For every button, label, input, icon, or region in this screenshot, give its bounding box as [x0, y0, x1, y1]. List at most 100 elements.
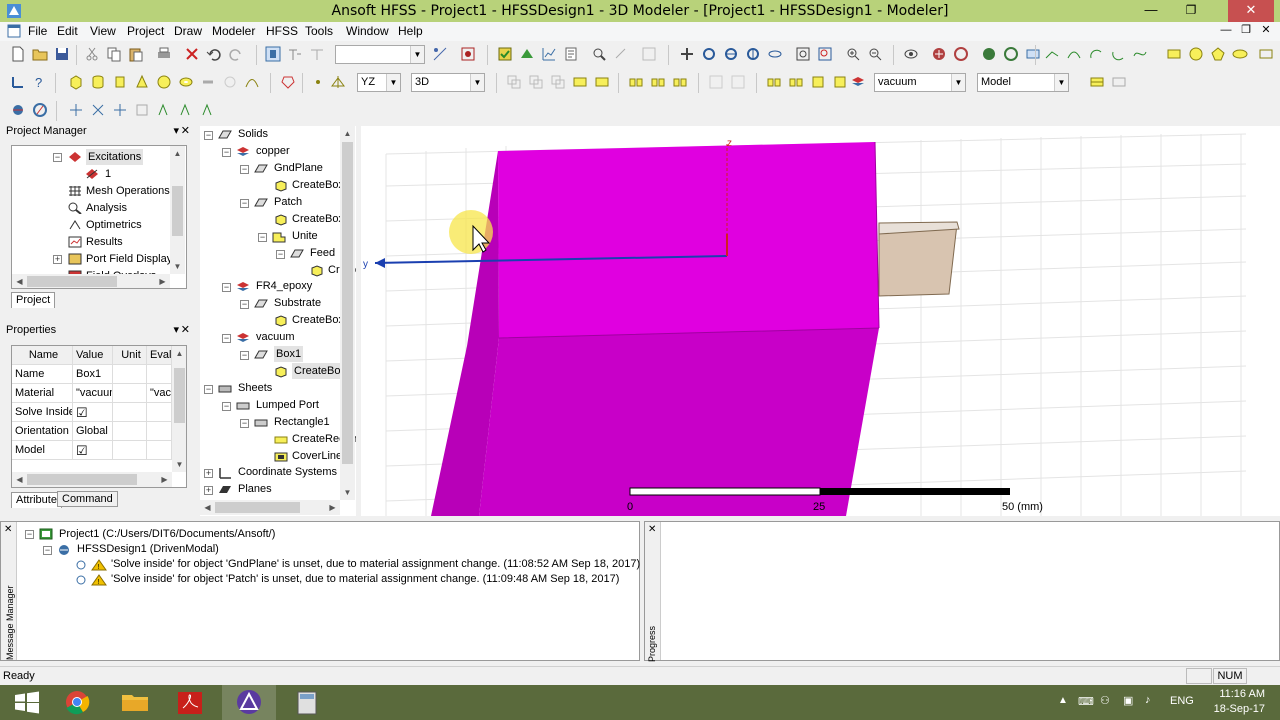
cut-icon[interactable] — [84, 46, 100, 62]
tray-network-icon[interactable]: ▣ — [1123, 694, 1133, 707]
close-panel-icon[interactable]: ✕ — [181, 124, 190, 137]
tree-item-feed[interactable]: Feed — [310, 245, 335, 261]
scroll-left-icon[interactable]: ◀ — [12, 472, 27, 487]
rotate-x-icon[interactable] — [723, 46, 739, 62]
draw-helix-icon[interactable] — [200, 74, 216, 90]
prop-material-value[interactable]: "vacuum" — [73, 384, 113, 403]
tray-volume-icon[interactable]: ♪ — [1145, 694, 1151, 706]
paste-icon[interactable] — [128, 46, 144, 62]
scroll-left-icon[interactable]: ◀ — [200, 500, 215, 515]
mode-select[interactable]: 3D ▼ — [411, 73, 485, 92]
draw-bondwire-icon[interactable] — [244, 74, 260, 90]
grid2-icon[interactable] — [1111, 74, 1127, 90]
move-icon[interactable] — [766, 74, 782, 90]
model-canvas[interactable]: z y 0 25 50 (mm) — [361, 126, 1280, 516]
cs-icon[interactable] — [10, 74, 26, 90]
zoom-window-icon[interactable] — [795, 46, 811, 62]
duplicate-around-axis-icon[interactable] — [832, 74, 848, 90]
scroll-up-icon[interactable]: ▲ — [172, 346, 186, 361]
scale-icon[interactable] — [810, 74, 826, 90]
tree-item-createbox[interactable]: CreateBox — [292, 312, 344, 328]
measure-icon[interactable] — [432, 46, 448, 62]
tree-item-vacuum[interactable]: vacuum — [256, 329, 295, 345]
tree-item-box1[interactable]: Box1 — [274, 346, 304, 362]
expand-icon[interactable]: + — [53, 255, 62, 264]
collapse-icon[interactable]: − — [222, 334, 231, 343]
mesh-op-icon[interactable] — [68, 102, 84, 118]
collapse-icon[interactable]: − — [240, 351, 249, 360]
tree-item-solids[interactable]: Solids — [238, 126, 268, 142]
split-icon[interactable] — [572, 74, 588, 90]
model-checkbox[interactable]: ☑ — [73, 441, 113, 460]
field-overlay-icon[interactable] — [156, 102, 172, 118]
results-icon[interactable] — [541, 46, 557, 62]
hide-icon[interactable] — [1025, 46, 1041, 62]
open-icon[interactable] — [32, 46, 48, 62]
menu-draw[interactable]: Draw — [174, 24, 202, 38]
menu-window[interactable]: Window — [346, 24, 389, 38]
message-design[interactable]: HFSSDesign1 (DrivenModal) — [77, 543, 219, 555]
menu-modeler[interactable]: Modeler — [212, 24, 255, 38]
collapse-icon[interactable]: − — [25, 530, 34, 539]
rubber-icon[interactable] — [613, 46, 629, 62]
tree-item-analysis[interactable]: Analysis — [86, 200, 127, 216]
prop-name-value[interactable]: Box1 — [73, 365, 113, 384]
menu-help[interactable]: Help — [398, 24, 423, 38]
tree-item-createbox[interactable]: CreateBox — [292, 211, 344, 227]
tree-item-excitations[interactable]: Excitations — [86, 149, 144, 165]
collapse-icon[interactable]: − — [222, 283, 231, 292]
tree-item-results[interactable]: Results — [86, 234, 123, 250]
inner-restore-button[interactable]: ❐ — [1236, 20, 1256, 42]
draw-cone-icon[interactable] — [134, 74, 150, 90]
collapse-icon[interactable]: − — [240, 300, 249, 309]
close-panel-icon[interactable]: ✕ — [648, 524, 656, 535]
grid-icon[interactable] — [1089, 74, 1105, 90]
assign-boundary-icon[interactable] — [10, 102, 26, 118]
tray-arrow-icon[interactable]: ▲ — [1058, 695, 1068, 706]
pin-icon[interactable]: ▾ — [173, 323, 179, 336]
imprint-icon[interactable] — [594, 74, 610, 90]
clock-date[interactable]: 18-Sep-17 — [1205, 703, 1265, 715]
collapse-icon[interactable]: − — [222, 148, 231, 157]
close-button[interactable]: ✕ — [1228, 0, 1274, 22]
tab-project[interactable]: Project — [11, 292, 56, 308]
validate-icon[interactable] — [497, 46, 513, 62]
sweep-icon[interactable] — [708, 74, 724, 90]
draw-line-icon[interactable] — [1044, 46, 1060, 62]
draw-rectangle-icon[interactable] — [1166, 46, 1182, 62]
scroll-up-icon[interactable]: ▲ — [170, 146, 185, 161]
align-icon[interactable] — [628, 74, 644, 90]
duplicate-along-line-icon[interactable] — [650, 74, 666, 90]
collapse-icon[interactable]: − — [43, 546, 52, 555]
rotate-obj-icon[interactable] — [788, 74, 804, 90]
orbit-icon[interactable] — [767, 46, 783, 62]
tree-item-lumped-port[interactable]: Lumped Port — [256, 397, 319, 413]
subtract-icon[interactable] — [528, 74, 544, 90]
expand-icon[interactable]: + — [204, 469, 213, 478]
scroll-right-icon[interactable]: ▶ — [157, 472, 172, 487]
tree-item-copper[interactable]: copper — [256, 143, 290, 159]
select-object-icon[interactable] — [265, 46, 281, 62]
shade-grid-icon[interactable] — [1003, 46, 1019, 62]
draw-equation-icon[interactable] — [1132, 46, 1148, 62]
material-icon[interactable] — [850, 74, 866, 90]
print-icon[interactable] — [156, 46, 172, 62]
redo-icon[interactable] — [228, 46, 244, 62]
menu-tools[interactable]: Tools — [305, 24, 333, 38]
scroll-down-icon[interactable]: ▼ — [340, 485, 355, 500]
save-icon[interactable] — [54, 46, 70, 62]
expand-icon[interactable]: + — [204, 486, 213, 495]
copy-icon[interactable] — [106, 46, 122, 62]
field-overlay3-icon[interactable] — [200, 102, 216, 118]
col-header-name[interactable]: Name — [12, 346, 73, 365]
feed-solid[interactable] — [878, 223, 958, 297]
draw-cylinder-icon[interactable] — [90, 74, 106, 90]
report-icon[interactable] — [563, 46, 579, 62]
scroll-left-icon[interactable]: ◀ — [12, 274, 27, 288]
field-overlay2-icon[interactable] — [178, 102, 194, 118]
menu-hfss[interactable]: HFSS — [266, 24, 298, 38]
draw-sphere-icon[interactable] — [156, 74, 172, 90]
draw-polygon-icon[interactable] — [1210, 46, 1226, 62]
draw-udp-icon[interactable] — [280, 74, 296, 90]
menu-edit[interactable]: Edit — [57, 24, 78, 38]
